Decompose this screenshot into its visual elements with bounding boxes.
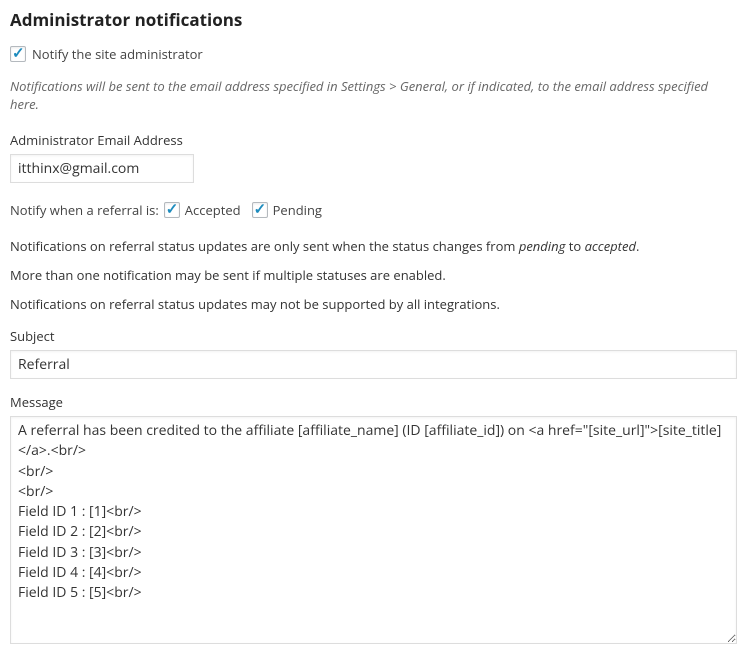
referral-status-prefix: Notify when a referral is: bbox=[10, 201, 159, 219]
admin-email-input[interactable] bbox=[10, 154, 194, 183]
admin-email-label: Administrator Email Address bbox=[10, 131, 737, 149]
pending-checkbox[interactable] bbox=[252, 202, 268, 218]
pending-label: Pending bbox=[273, 201, 322, 219]
message-label: Message bbox=[10, 393, 737, 411]
page-title: Administrator notifications bbox=[10, 8, 737, 31]
status-note-3: Notifications on referral status updates… bbox=[10, 295, 737, 313]
subject-label: Subject bbox=[10, 327, 737, 345]
notify-admin-checkbox[interactable] bbox=[10, 46, 26, 62]
status-note-1: Notifications on referral status updates… bbox=[10, 237, 737, 255]
accepted-checkbox[interactable] bbox=[164, 202, 180, 218]
message-textarea[interactable] bbox=[10, 416, 737, 644]
status-note-2: More than one notification may be sent i… bbox=[10, 266, 737, 284]
subject-input[interactable] bbox=[10, 350, 737, 379]
help-text: Notifications will be sent to the email … bbox=[10, 77, 737, 113]
accepted-option[interactable]: Accepted bbox=[164, 201, 241, 219]
accepted-label: Accepted bbox=[185, 201, 241, 219]
pending-option[interactable]: Pending bbox=[252, 201, 322, 219]
notify-admin-label[interactable]: Notify the site administrator bbox=[32, 45, 203, 63]
